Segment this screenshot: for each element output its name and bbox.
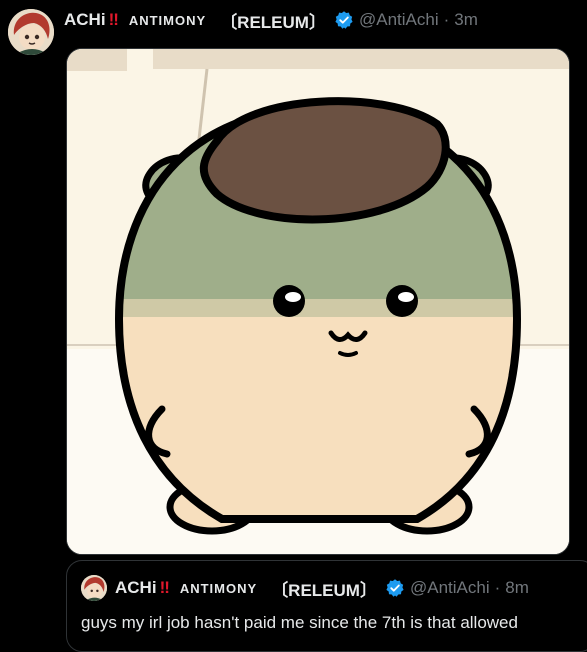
double-exclamation-emoji: ‼ <box>108 10 119 29</box>
double-exclamation-emoji: ‼ <box>159 578 170 597</box>
quoted-post-header: ACHi ‼ ANTIMONY 〔RELEUM〕 @AntiAchi · 8m <box>81 575 529 601</box>
quoted-post-timestamp[interactable]: 8m <box>505 578 529 598</box>
avatar-image <box>8 9 54 55</box>
quoted-author-handle[interactable]: @AntiAchi <box>410 578 490 598</box>
quoted-post[interactable]: ACHi ‼ ANTIMONY 〔RELEUM〕 @AntiAchi · 8m … <box>66 560 587 652</box>
avatar[interactable] <box>8 9 54 55</box>
quoted-avatar[interactable] <box>81 575 107 601</box>
post-header: ACHi ‼ ANTIMONY 〔RELEUM〕 @AntiAchi · 3m <box>64 9 478 32</box>
separator-dot: · <box>494 578 501 597</box>
author-tag-label: 〔RELEUM〕 <box>220 12 326 32</box>
post-timestamp[interactable]: 3m <box>454 10 478 30</box>
quoted-author-display-name[interactable]: ACHi <box>115 578 157 598</box>
quoted-author-group-label: ANTIMONY <box>179 580 258 596</box>
author-display-name[interactable]: ACHi <box>64 10 106 30</box>
quoted-post-text: guys my irl job hasn't paid me since the… <box>81 613 518 632</box>
post-media-image[interactable] <box>66 48 570 555</box>
hamster-illustration <box>67 49 569 554</box>
author-group-label: ANTIMONY <box>128 12 207 28</box>
avatar-image <box>81 575 107 601</box>
author-handle[interactable]: @AntiAchi <box>359 10 439 30</box>
quoted-author-tag-label: 〔RELEUM〕 <box>271 580 377 600</box>
separator-dot: · <box>443 10 450 29</box>
verified-badge-icon[interactable] <box>334 10 354 30</box>
verified-badge-icon[interactable] <box>385 578 405 598</box>
